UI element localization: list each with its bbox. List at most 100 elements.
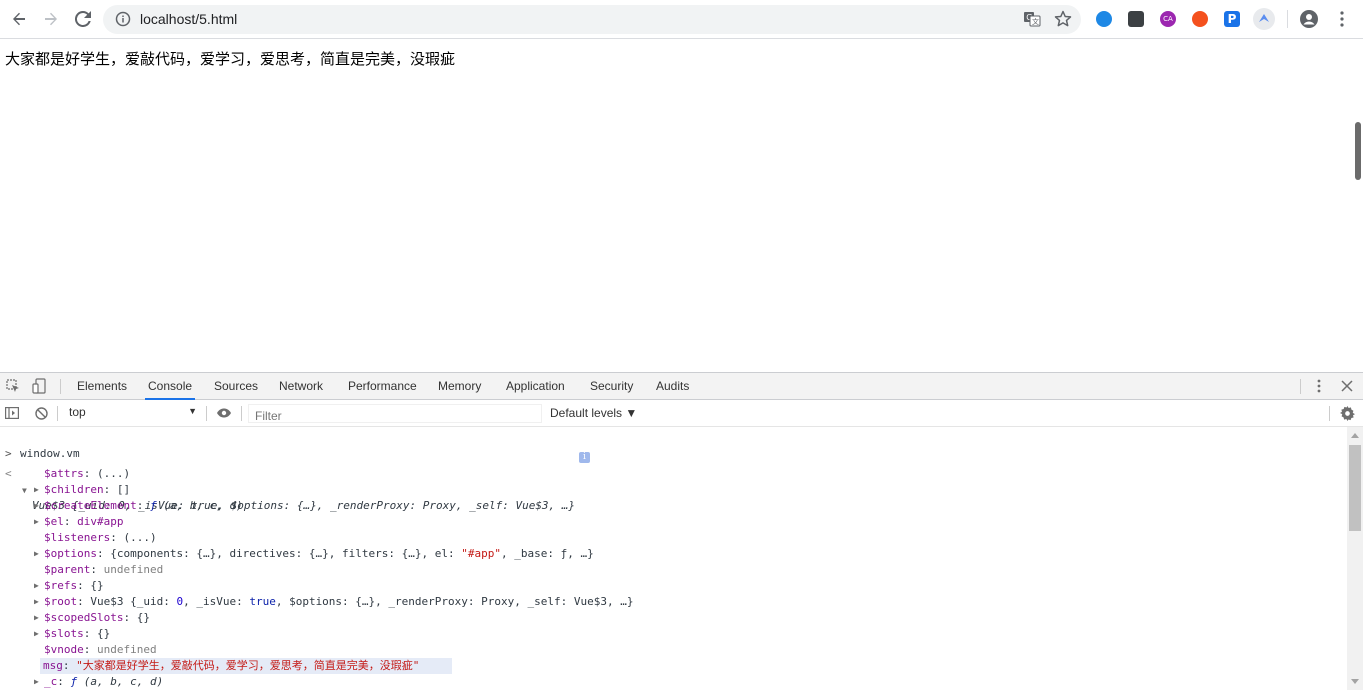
filter-field[interactable] <box>248 404 542 425</box>
reload-icon <box>75 11 91 27</box>
property-expand-triangle-icon[interactable]: ▶ <box>34 482 42 498</box>
property-expand-triangle-icon[interactable]: ▶ <box>34 674 42 690</box>
property-key: $attrs <box>44 467 84 480</box>
inspect-element-icon[interactable] <box>5 378 21 394</box>
tab-audits[interactable]: Audits <box>653 373 692 400</box>
tab-security[interactable]: Security <box>587 373 636 400</box>
profile-button[interactable] <box>1297 7 1321 31</box>
property-expand-triangle-icon[interactable]: ▶ <box>34 610 42 626</box>
property-value: {} <box>136 611 150 624</box>
scroll-down-arrow-icon[interactable] <box>1351 679 1359 684</box>
tab-network[interactable]: Network <box>276 373 326 400</box>
reload-button[interactable] <box>71 7 95 31</box>
property-expand-triangle-icon[interactable]: ▶ <box>34 498 42 514</box>
property-key: _c <box>44 675 58 688</box>
devtools-tabbar: Elements Console Sources Network Perform… <box>0 373 1363 400</box>
property-expand-triangle-icon[interactable]: ▶ <box>34 514 42 530</box>
property-key: $refs <box>44 579 78 592</box>
scroll-up-arrow-icon[interactable] <box>1351 433 1359 438</box>
translate-icon[interactable]: G文 <box>1023 10 1041 28</box>
property-expand-triangle-icon[interactable]: ▶ <box>34 626 42 642</box>
url-text: localhost/5.html <box>140 11 238 27</box>
devtools-menu-icon[interactable] <box>1311 378 1327 394</box>
tab-console[interactable]: Console <box>145 373 196 400</box>
page-scrollbar-thumb[interactable] <box>1355 122 1361 180</box>
info-icon[interactable] <box>115 11 131 27</box>
close-devtools-icon[interactable] <box>1339 378 1355 394</box>
tabbar-separator-right <box>1300 379 1301 394</box>
console-toolbar-separator <box>57 406 58 421</box>
tab-performance[interactable]: Performance <box>345 373 420 400</box>
tab-sources[interactable]: Sources <box>211 373 261 400</box>
property-expand-triangle-icon[interactable]: ▶ <box>34 578 42 594</box>
property-colon: : <box>83 467 97 480</box>
property-value: ƒ (a, b, c, d) <box>70 675 164 688</box>
chrome-menu-button[interactable] <box>1330 7 1354 31</box>
tab-application[interactable]: Application <box>503 373 568 400</box>
property-colon: : <box>103 483 117 496</box>
tabbar-separator <box>60 379 61 394</box>
tab-elements[interactable]: Elements <box>74 373 130 400</box>
console-scrollbar[interactable] <box>1347 427 1363 690</box>
console-settings-gear-icon[interactable] <box>1339 405 1355 421</box>
property-key: $vnode <box>44 643 84 656</box>
dropdown-arrow-icon: ▼ <box>188 406 197 416</box>
ca-extension-icon[interactable]: CA <box>1160 11 1176 27</box>
property-key: $scopedSlots <box>44 611 124 624</box>
svg-text:文: 文 <box>1032 17 1039 26</box>
console-input-line: > window.vm <box>0 430 80 460</box>
property-colon: : <box>136 499 150 512</box>
property-value: Vue$3 {_uid: 0, _isVue: true, $options: … <box>90 595 634 608</box>
property-key: $parent <box>44 563 91 576</box>
property-expand-triangle-icon[interactable]: ▶ <box>34 594 42 610</box>
property-colon: : <box>83 643 97 656</box>
orange-extension-icon[interactable] <box>1192 11 1208 27</box>
property-key: $children <box>44 483 104 496</box>
property-colon: : <box>96 547 111 560</box>
address-bar[interactable]: localhost/5.html G文 <box>103 5 1081 34</box>
context-selector[interactable]: top ▼ <box>63 405 201 422</box>
clear-console-icon[interactable] <box>33 405 49 421</box>
console-toolbar-separator-3 <box>241 406 242 421</box>
property-value: {components: {…}, directives: {…}, filte… <box>110 547 594 560</box>
globe-extension-icon[interactable] <box>1096 11 1112 27</box>
back-button[interactable] <box>7 7 31 31</box>
console-sidebar-icon[interactable] <box>4 405 20 421</box>
bird-extension-icon[interactable] <box>1253 8 1275 30</box>
property-expand-triangle-icon[interactable]: ▶ <box>34 546 42 562</box>
console-scrollbar-thumb[interactable] <box>1349 445 1361 531</box>
property-value: {} <box>97 627 111 640</box>
console-output: > window.vm < ▼ Vue$3 {_uid: 0, _isVue: t… <box>0 427 1347 690</box>
property-key: $el <box>44 515 64 528</box>
filter-input[interactable] <box>249 407 541 425</box>
property-colon: : <box>123 611 137 624</box>
property-key: $options <box>44 547 97 560</box>
live-expression-eye-icon[interactable] <box>216 405 232 421</box>
forward-arrow-icon <box>45 12 57 26</box>
property-colon: : <box>110 531 124 544</box>
property-colon: : <box>90 563 104 576</box>
property-colon: : <box>63 515 78 528</box>
console-result-line[interactable]: < ▼ Vue$3 {_uid: 0, _isVue: true, $optio… <box>0 450 590 512</box>
page-message: 大家都是好学生，爱敲代码，爱学习，爱思考，简直是完美，没瑕疵 <box>5 50 456 68</box>
object-info-icon[interactable]: i <box>579 452 590 463</box>
page-scrollbar[interactable] <box>1353 120 1363 210</box>
forward-button[interactable] <box>39 7 63 31</box>
property-value: {} <box>90 579 104 592</box>
property-colon: : <box>83 627 97 640</box>
object-expand-triangle-icon[interactable]: ▼ <box>22 482 30 499</box>
console-toolbar-separator-4 <box>1329 406 1330 421</box>
tab-memory[interactable]: Memory <box>435 373 484 400</box>
property-colon: : <box>77 579 91 592</box>
object-property-row: msg: "大家都是好学生，爱敲代码，爱学习，爱思考，简直是完美，没瑕疵" <box>40 658 452 674</box>
browser-toolbar: localhost/5.html G文 CA P <box>0 0 1363 39</box>
device-toolbar-icon[interactable] <box>31 378 47 394</box>
log-levels-dropdown[interactable]: Default levels ▼ <box>550 406 637 420</box>
p-extension-icon[interactable]: P <box>1224 11 1240 27</box>
bookmark-star-icon[interactable] <box>1054 10 1072 28</box>
property-key: $listeners <box>44 531 111 544</box>
devtools-panel: Elements Console Sources Network Perform… <box>0 372 1363 690</box>
property-key: $root <box>44 595 78 608</box>
property-key: $createElement <box>44 499 137 512</box>
dark-square-extension-icon[interactable] <box>1128 11 1144 27</box>
